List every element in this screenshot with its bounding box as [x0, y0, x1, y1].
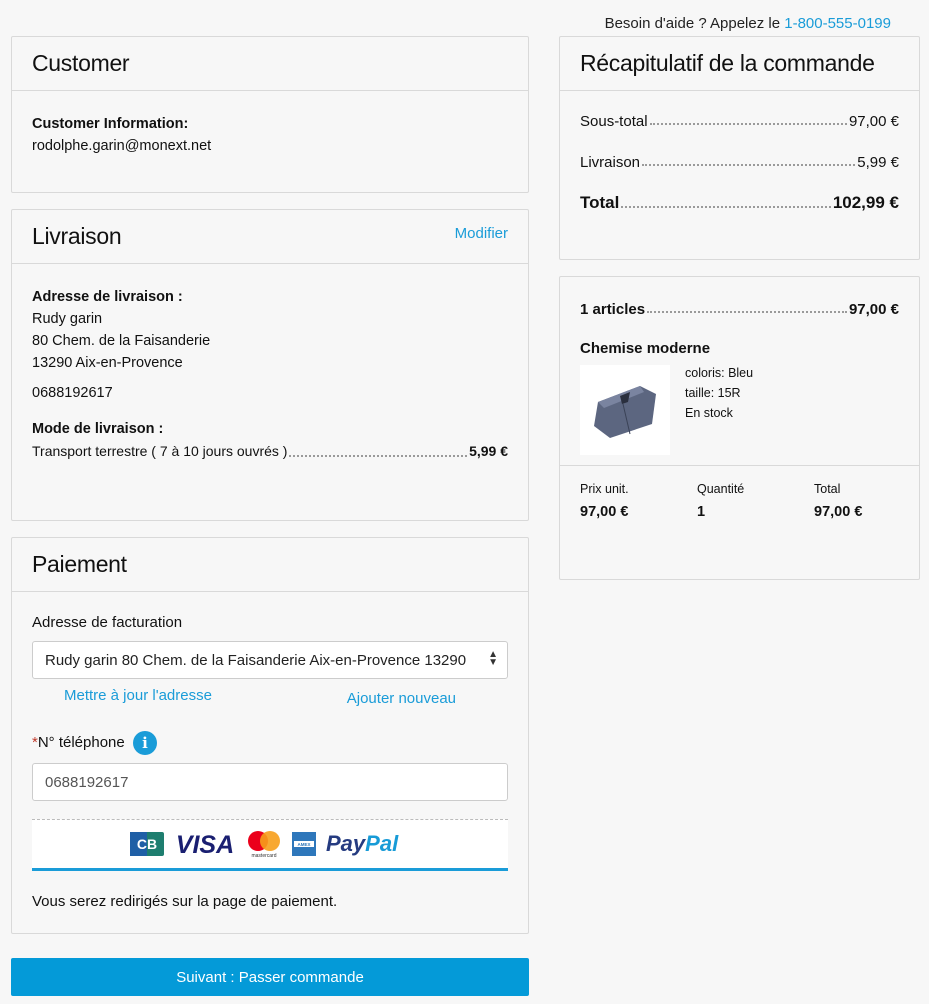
svg-text:CB: CB — [137, 836, 157, 852]
payment-logos: CB VISA mastercard AMEX PayPal — [32, 819, 508, 871]
dot-leader — [642, 164, 856, 166]
shipping-name: Rudy garin — [32, 311, 103, 327]
shipping-row: Livraison 5,99 € — [580, 154, 899, 171]
cart-panel: 1 articles 97,00 € Chemise moderne color… — [559, 276, 920, 580]
shipping-mode-price: 5,99 € — [469, 443, 508, 459]
summary-header: Récapitulatif de la commande — [560, 37, 919, 91]
visa-logo-icon: VISA — [176, 831, 234, 857]
update-address-link[interactable]: Mettre à jour l'adresse — [64, 687, 212, 707]
product-image[interactable] — [580, 365, 670, 455]
modify-shipping-link[interactable]: Modifier — [455, 225, 508, 242]
billing-label: Adresse de facturation — [32, 614, 183, 631]
shipping-label: Livraison — [580, 154, 641, 171]
shipping-mode-row: Transport terrestre ( 7 à 10 jours ouvré… — [32, 440, 508, 462]
phone-label-row: *N° téléphone i — [32, 731, 508, 755]
help-phone-link[interactable]: 1-800-555-0199 — [784, 15, 891, 32]
billing-select-wrap: Rudy garin 80 Chem. de la Faisanderie Ai… — [32, 641, 508, 679]
shipping-address-label: Adresse de livraison : — [32, 289, 183, 305]
shipping-mode-label: Mode de livraison : — [32, 421, 164, 437]
shipping-mode-name: Transport terrestre ( 7 à 10 jours ouvré… — [32, 443, 288, 459]
product-size: taille: 15R — [685, 386, 741, 400]
help-text: Besoin d'aide ? Appelez le — [604, 15, 785, 32]
mastercard-logo-icon: mastercard — [248, 831, 280, 858]
cart-line-totals: Prix unit. 97,00 € Quantité 1 Total 97,0… — [560, 465, 919, 520]
subtotal-value: 97,00 € — [848, 113, 899, 130]
customer-title: Customer — [32, 50, 130, 76]
total-row: Total 102,99 € — [580, 193, 899, 213]
customer-panel: Customer Customer Information: rodolphe.… — [11, 36, 529, 193]
billing-address-select[interactable]: Rudy garin 80 Chem. de la Faisanderie Ai… — [32, 641, 508, 679]
paypal-logo-icon: PayPal — [326, 831, 399, 856]
payment-panel: Paiement Adresse de facturation Rudy gar… — [11, 537, 529, 934]
info-icon[interactable]: i — [132, 731, 157, 755]
customer-email: rodolphe.garin@monext.net — [32, 138, 212, 154]
product-attrs: coloris: Bleu taille: 15R En stock — [685, 363, 753, 455]
select-arrows-icon: ▲ ▼ — [488, 649, 498, 668]
shipping-panel: Livraison Modifier Adresse de livraison … — [11, 209, 529, 521]
cart-count-row: 1 articles 97,00 € — [580, 301, 899, 318]
customer-info-label: Customer Information: — [32, 116, 189, 132]
total-value: 102,99 € — [832, 193, 899, 212]
product-name: Chemise moderne — [580, 340, 711, 357]
dot-leader — [289, 455, 468, 457]
cart-count-label: 1 articles — [580, 301, 646, 318]
dot-leader — [649, 123, 847, 125]
product-row: coloris: Bleu taille: 15R En stock — [580, 365, 899, 455]
shipping-city: 13290 Aix-en-Provence — [32, 355, 183, 371]
shipping-title: Livraison — [32, 223, 122, 249]
subtotal-label: Sous-total — [580, 113, 648, 130]
amex-logo-icon: AMEX — [292, 832, 316, 856]
add-address-link[interactable]: Ajouter nouveau — [347, 690, 456, 707]
line-total-col: Total 97,00 € — [814, 482, 862, 520]
shipping-street: 80 Chem. de la Faisanderie — [32, 333, 211, 349]
dot-leader — [621, 206, 831, 208]
cart-count-value: 97,00 € — [848, 301, 899, 318]
help-line: Besoin d'aide ? Appelez le 1-800-555-019… — [605, 15, 891, 32]
quantity-value: 1 — [697, 504, 706, 520]
redirect-note: Vous serez redirigés sur la page de paie… — [32, 893, 338, 910]
phone-input[interactable] — [32, 763, 508, 801]
customer-header: Customer — [12, 37, 528, 91]
svg-text:PayPal: PayPal — [326, 831, 399, 856]
phone-label: N° téléphone — [37, 733, 125, 751]
subtotal-row: Sous-total 97,00 € — [580, 113, 899, 130]
payment-title: Paiement — [32, 551, 127, 577]
line-total-value: 97,00 € — [814, 504, 863, 520]
line-total-label: Total — [814, 482, 841, 496]
summary-title: Récapitulatif de la commande — [580, 50, 875, 76]
svg-text:AMEX: AMEX — [297, 842, 310, 847]
product-stock: En stock — [685, 406, 733, 420]
shirt-icon — [594, 386, 656, 438]
place-order-button[interactable]: Suivant : Passer commande — [11, 958, 529, 996]
quantity-label: Quantité — [697, 482, 745, 496]
unit-price-label: Prix unit. — [580, 482, 629, 496]
total-label: Total — [580, 193, 620, 212]
unit-price-col: Prix unit. 97,00 € — [580, 482, 697, 520]
svg-text:VISA: VISA — [176, 831, 234, 857]
order-summary-panel: Récapitulatif de la commande Sous-total … — [559, 36, 920, 260]
payment-header: Paiement — [12, 538, 528, 592]
shipping-header: Livraison Modifier — [12, 210, 528, 264]
shipping-value: 5,99 € — [857, 154, 899, 171]
svg-text:mastercard: mastercard — [251, 853, 276, 858]
unit-price-value: 97,00 € — [580, 504, 629, 520]
billing-links: Mettre à jour l'adresse Ajouter nouveau — [32, 687, 508, 707]
product-color: coloris: Bleu — [685, 366, 754, 380]
quantity-col: Quantité 1 — [697, 482, 814, 520]
dot-leader — [647, 311, 847, 313]
shipping-phone: 0688192617 — [32, 385, 113, 401]
cb-logo-icon: CB — [130, 832, 164, 856]
